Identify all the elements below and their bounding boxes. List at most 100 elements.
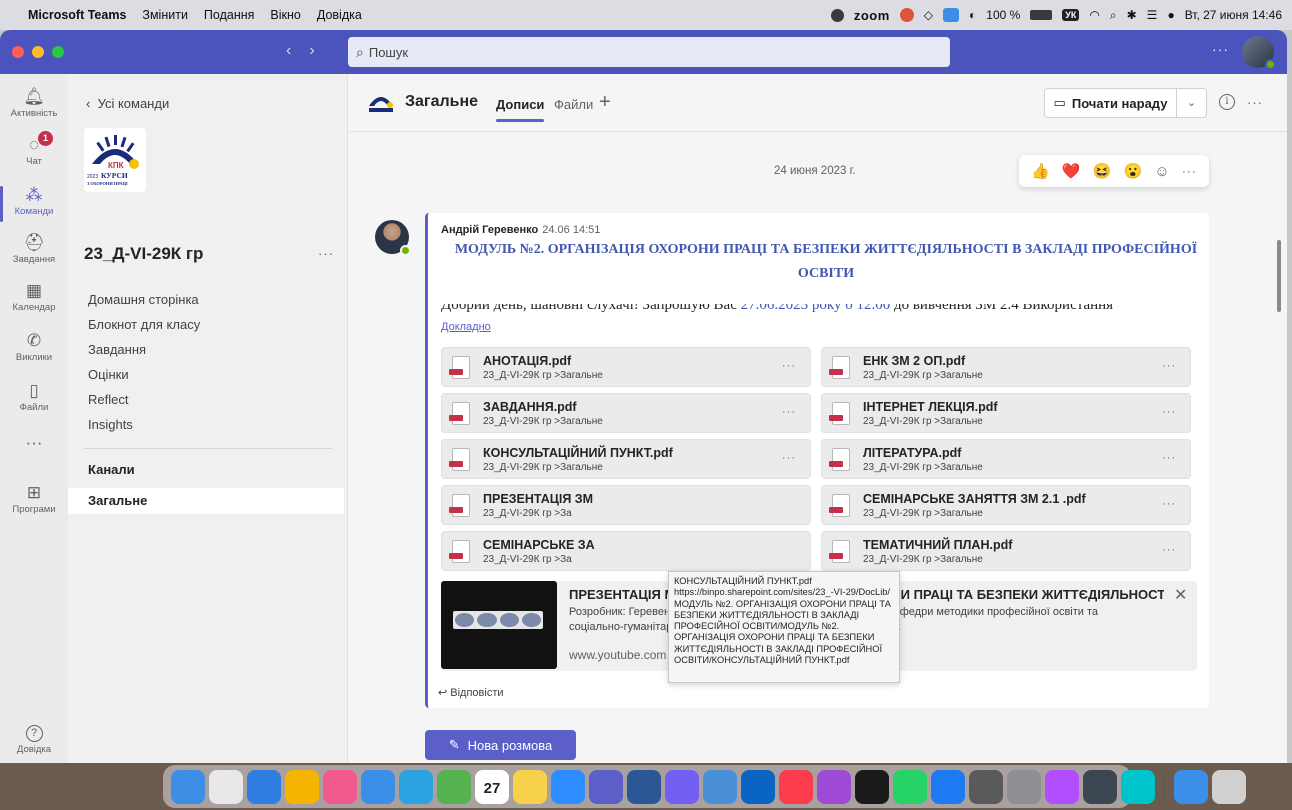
dock-launchpad-icon[interactable] bbox=[209, 769, 243, 804]
file-more-icon[interactable]: ··· bbox=[1162, 452, 1176, 464]
rail-files[interactable]: ▯ Файли bbox=[0, 380, 68, 413]
dock-trash-icon[interactable] bbox=[1212, 769, 1246, 804]
tab-posts[interactable]: Дописи bbox=[496, 97, 545, 122]
battery-icon[interactable] bbox=[1030, 10, 1053, 20]
file-attachment[interactable]: СЕМІНАРСЬКЕ ЗАНЯТТЯ ЗМ 2.1 .pdf 23_Д-VI-… bbox=[821, 485, 1191, 525]
feed-scrollbar[interactable] bbox=[1277, 240, 1281, 312]
dock-photos-icon[interactable] bbox=[323, 769, 357, 804]
file-attachment[interactable]: ПРЕЗЕНТАЦІЯ ЗМ 23_Д-VI-29К гр >За bbox=[441, 485, 811, 525]
dock-zoom-icon[interactable] bbox=[551, 769, 585, 804]
menu-edit[interactable]: Змінити bbox=[142, 8, 188, 22]
info-icon[interactable]: i bbox=[1219, 94, 1235, 110]
shield-tray-icon[interactable] bbox=[830, 8, 844, 22]
channel-general[interactable]: Загальне bbox=[68, 488, 344, 514]
control-center-icon[interactable]: ☰ bbox=[1147, 8, 1158, 22]
rail-chat[interactable]: ◌ 1 Чат bbox=[0, 131, 68, 167]
file-attachment[interactable]: СЕМІНАРСЬКЕ ЗА 23_Д-VI-29К гр >За bbox=[441, 531, 811, 571]
menu-window[interactable]: Вікно bbox=[270, 8, 300, 22]
wifi-icon[interactable]: ◠ bbox=[1089, 8, 1099, 22]
start-meeting-button[interactable]: ▭ Почати нараду bbox=[1044, 88, 1177, 118]
rail-teams[interactable]: ⁂ Команди bbox=[0, 184, 68, 222]
meeting-dropdown-chevron-icon[interactable]: ⌄ bbox=[1177, 88, 1207, 118]
close-window-button[interactable] bbox=[12, 46, 24, 58]
like-reaction-icon[interactable]: 👍 bbox=[1031, 162, 1050, 180]
clock[interactable]: Вт, 27 июня 14:46 bbox=[1185, 8, 1282, 22]
dock-music-icon[interactable] bbox=[779, 769, 813, 804]
sidebar-link-assignments[interactable]: Завдання bbox=[88, 342, 146, 357]
sidebar-link-notebook[interactable]: Блокнот для класу bbox=[88, 317, 200, 332]
laugh-reaction-icon[interactable]: 😆 bbox=[1093, 162, 1112, 180]
all-teams-link[interactable]: ‹ Усі команди bbox=[86, 96, 169, 111]
header-more-icon[interactable]: ··· bbox=[1247, 95, 1263, 110]
rail-calendar[interactable]: ▦ Календар bbox=[0, 280, 68, 313]
menu-help[interactable]: Довідка bbox=[317, 8, 362, 22]
sidebar-link-home[interactable]: Домашня сторінка bbox=[88, 292, 199, 307]
dock-word-icon[interactable] bbox=[627, 769, 661, 804]
forward-arrow-icon[interactable]: › bbox=[309, 42, 314, 60]
dock-mail-icon[interactable] bbox=[361, 769, 395, 804]
heart-reaction-icon[interactable]: ❤️ bbox=[1062, 162, 1081, 180]
settings-more-icon[interactable]: ··· bbox=[1212, 41, 1229, 57]
rail-apps[interactable]: ⊞ Програми bbox=[0, 482, 68, 515]
file-more-icon[interactable]: ··· bbox=[1162, 544, 1176, 556]
rail-more[interactable]: ··· bbox=[0, 432, 68, 454]
sidebar-link-grades[interactable]: Оцінки bbox=[88, 367, 129, 382]
rail-calls[interactable]: ✆ Виклики bbox=[0, 330, 68, 363]
file-more-icon[interactable]: ··· bbox=[1162, 498, 1176, 510]
dock-notes-icon[interactable] bbox=[513, 769, 547, 804]
see-more-link[interactable]: Докладно bbox=[441, 321, 491, 333]
back-arrow-icon[interactable]: ‹ bbox=[286, 42, 291, 60]
file-attachment[interactable]: ЕНК ЗМ 2 ОП.pdf 23_Д-VI-29К гр >Загальне… bbox=[821, 347, 1191, 387]
dock-chrome-icon[interactable] bbox=[285, 769, 319, 804]
vpn-tray-icon[interactable]: ◇ bbox=[924, 8, 933, 22]
dock-teams-icon[interactable] bbox=[589, 769, 623, 804]
file-attachment[interactable]: ЗАВДАННЯ.pdf 23_Д-VI-29К гр >Загальне ··… bbox=[441, 393, 811, 433]
team-more-options-icon[interactable]: ··· bbox=[318, 246, 334, 261]
file-attachment[interactable]: ІНТЕРНЕТ ЛЕКЦІЯ.pdf 23_Д-VI-29К гр >Зага… bbox=[821, 393, 1191, 433]
dock-settings-icon[interactable] bbox=[1007, 769, 1041, 804]
author-name[interactable]: Андрій Геревенко bbox=[441, 224, 538, 236]
dock-viber-icon[interactable] bbox=[665, 769, 699, 804]
profile-avatar[interactable] bbox=[1242, 36, 1276, 70]
dock-outlook-icon[interactable] bbox=[741, 769, 775, 804]
battery-status-icon[interactable]: ◐ bbox=[969, 8, 976, 22]
keyboard-layout-badge[interactable]: УК bbox=[1062, 9, 1080, 21]
file-attachment[interactable]: АНОТАЦІЯ.pdf 23_Д-VI-29К гр >Загальне ··… bbox=[441, 347, 811, 387]
file-attachment[interactable]: КОНСУЛЬТАЦІЙНИЙ ПУНКТ.pdf 23_Д-VI-29К гр… bbox=[441, 439, 811, 479]
file-more-icon[interactable]: ··· bbox=[782, 360, 796, 372]
file-more-icon[interactable]: ··· bbox=[1162, 406, 1176, 418]
reply-button[interactable]: ↩ Відповісти bbox=[438, 686, 504, 699]
dock-calculator-icon[interactable] bbox=[969, 769, 1003, 804]
surprised-reaction-icon[interactable]: 😮 bbox=[1124, 162, 1143, 180]
file-more-icon[interactable]: ··· bbox=[782, 452, 796, 464]
sidebar-link-reflect[interactable]: Reflect bbox=[88, 392, 128, 407]
siri-icon[interactable]: ● bbox=[1167, 8, 1174, 22]
zoom-tray-label[interactable]: zoom bbox=[854, 8, 890, 23]
dock-messenger-icon[interactable] bbox=[1045, 769, 1079, 804]
dock-maps-icon[interactable] bbox=[437, 769, 471, 804]
sidebar-link-insights[interactable]: Insights bbox=[88, 417, 133, 432]
file-more-icon[interactable]: ··· bbox=[782, 406, 796, 418]
rail-help[interactable]: ? Довідка bbox=[8, 725, 60, 755]
dock-telegram-icon[interactable] bbox=[399, 769, 433, 804]
add-reaction-icon[interactable]: ☺ bbox=[1154, 163, 1169, 180]
new-conversation-button[interactable]: ✎ Нова розмова bbox=[425, 730, 576, 760]
dock-appstore-icon[interactable] bbox=[931, 769, 965, 804]
minimize-window-button[interactable] bbox=[32, 46, 44, 58]
file-more-icon[interactable]: ··· bbox=[1162, 360, 1176, 372]
dock-vpn-icon[interactable] bbox=[855, 769, 889, 804]
close-icon[interactable]: ✕ bbox=[1174, 585, 1187, 605]
zoom-window-button[interactable] bbox=[52, 46, 64, 58]
search-tray-icon[interactable]: ⌕ bbox=[1110, 8, 1117, 23]
dock-mission-icon[interactable] bbox=[703, 769, 737, 804]
video-thumbnail[interactable] bbox=[441, 581, 557, 669]
menu-app-name[interactable]: Microsoft Teams bbox=[28, 8, 126, 22]
add-tab-icon[interactable]: + bbox=[599, 91, 611, 114]
search-input[interactable]: ⌕ Пошук bbox=[348, 37, 950, 67]
dock-downloads-icon[interactable] bbox=[1174, 769, 1208, 804]
dock-podcast-icon[interactable] bbox=[817, 769, 851, 804]
dock-safari-icon[interactable] bbox=[247, 769, 281, 804]
dock-finder-icon[interactable] bbox=[171, 769, 205, 804]
dock-whatsapp-icon[interactable] bbox=[893, 769, 927, 804]
message-more-icon[interactable]: ··· bbox=[1182, 164, 1197, 178]
